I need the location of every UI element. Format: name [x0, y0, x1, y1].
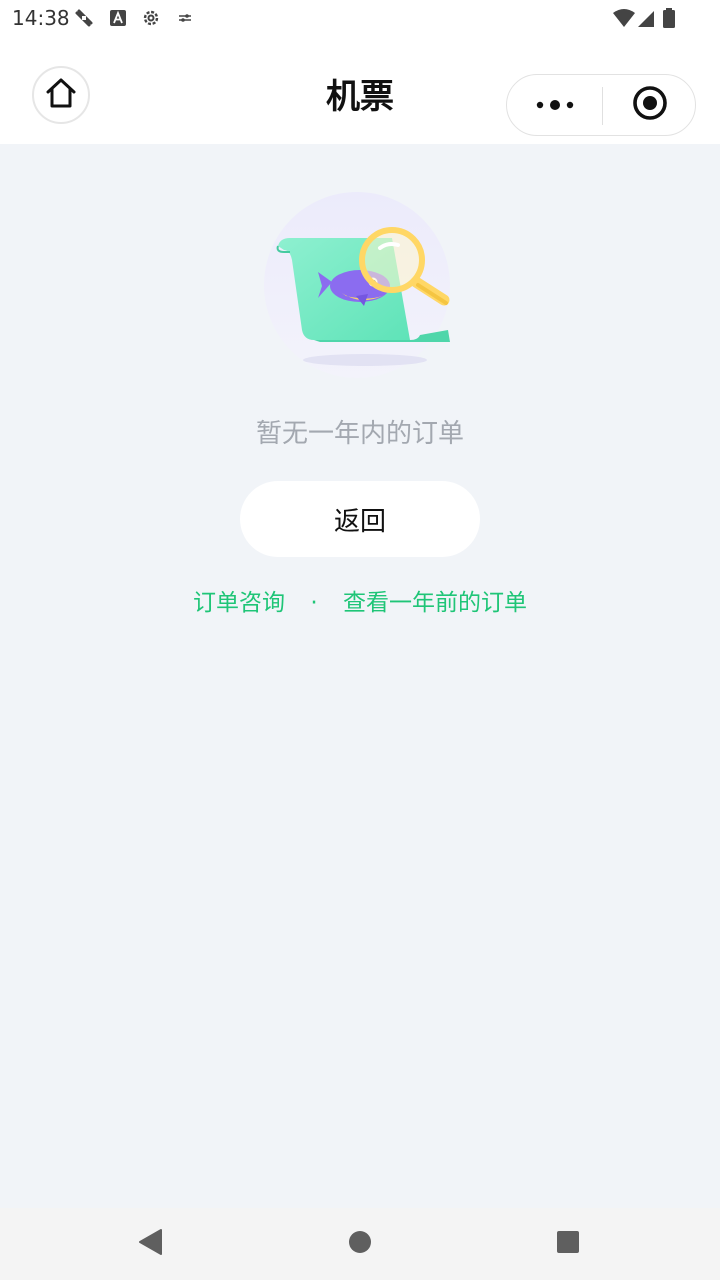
signal-icon	[636, 8, 656, 28]
empty-state-message: 暂无一年内的订单	[255, 419, 464, 449]
order-links: 订单咨询 · 查看一年前的订单	[0, 586, 720, 620]
status-time: 14:38	[12, 6, 70, 30]
sliders-icon	[175, 8, 195, 28]
text-a-icon	[108, 8, 128, 28]
empty-orders-illustration	[260, 190, 460, 380]
older-orders-link[interactable]: 查看一年前的订单	[343, 590, 527, 616]
tools-icon	[74, 8, 94, 28]
status-bar: 14:38	[0, 0, 720, 36]
order-inquiry-link[interactable]: 订单咨询	[193, 590, 285, 616]
nav-home-button[interactable]	[344, 1228, 376, 1260]
target-close-icon	[632, 85, 668, 125]
more-dots-icon	[535, 96, 575, 115]
mini-program-capsule	[506, 74, 696, 136]
settings-gear-icon	[141, 8, 161, 28]
nav-home-icon	[348, 1230, 372, 1258]
app-header: 机票	[0, 36, 720, 144]
battery-icon	[662, 8, 676, 28]
nav-back-button[interactable]	[134, 1228, 166, 1260]
nav-back-icon	[137, 1228, 163, 1260]
back-button[interactable]: 返回	[240, 481, 480, 557]
wifi-icon	[612, 8, 636, 28]
system-navigation-bar	[0, 1208, 720, 1280]
nav-recents-button[interactable]	[552, 1228, 584, 1260]
nav-recents-icon	[556, 1230, 580, 1258]
close-button[interactable]	[603, 75, 697, 135]
more-button[interactable]	[507, 75, 602, 135]
link-separator: ·	[310, 590, 318, 616]
